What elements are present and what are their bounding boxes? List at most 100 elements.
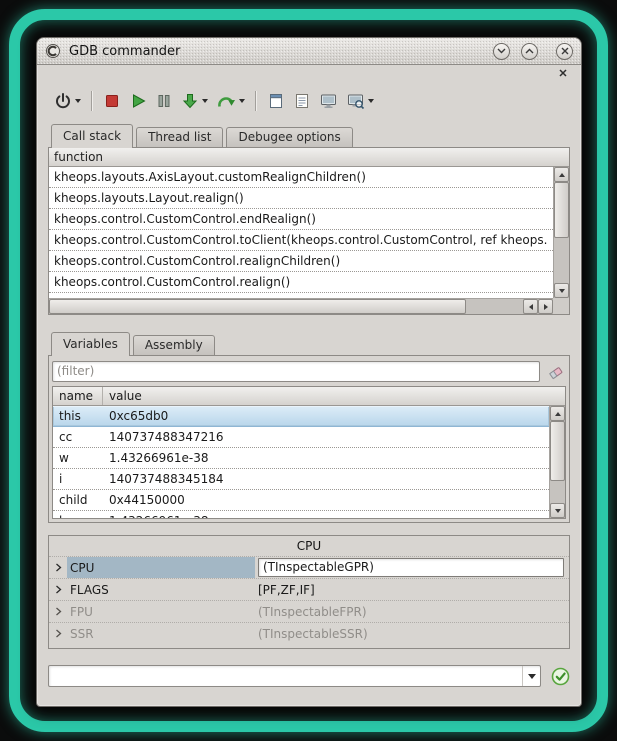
dock-close-button[interactable]: [556, 67, 569, 80]
minimize-button[interactable]: [493, 43, 510, 60]
variable-value: 0xc65db0: [103, 406, 549, 426]
stop-icon: [103, 92, 121, 110]
combobox-dropdown-button[interactable]: [522, 666, 540, 686]
variable-row[interactable]: w 1.43266961e-38: [53, 448, 549, 469]
view-log-button[interactable]: [289, 87, 315, 115]
cpu-register-row[interactable]: CPU (TInspectableGPR): [49, 556, 569, 578]
scrollbar-track[interactable]: [49, 299, 523, 314]
dropdown-arrow-icon: [202, 99, 208, 103]
variable-row[interactable]: this 0xc65db0: [53, 406, 549, 427]
variable-row[interactable]: i 140737488345184: [53, 469, 549, 490]
dropdown-arrow-icon: [368, 99, 374, 103]
expand-chevron-icon[interactable]: [49, 607, 67, 616]
scrollbar-track[interactable]: [550, 421, 565, 503]
scroll-down-button[interactable]: [550, 503, 565, 518]
callstack-row[interactable]: kheops.layouts.AxisLayout.customRealignC…: [49, 167, 553, 188]
dropdown-arrow-icon: [239, 99, 245, 103]
clear-filter-button[interactable]: [546, 361, 566, 381]
tab-thread-list[interactable]: Thread list: [136, 127, 223, 147]
cpu-register-row[interactable]: FPU (TInspectableFPR): [49, 600, 569, 622]
horizontal-scrollbar[interactable]: [49, 298, 553, 314]
gdb-commander-window: GDB commander: [36, 37, 582, 707]
filter-input[interactable]: [52, 361, 540, 382]
variable-name: child: [53, 490, 103, 510]
callstack-row[interactable]: kheops.control.CustomControl.endRealign(…: [49, 209, 553, 230]
vertical-scrollbar[interactable]: [549, 406, 565, 518]
variables-rows: this 0xc65db0 cc 140737488347216 w 1.432…: [53, 406, 549, 518]
view-document-button[interactable]: [263, 87, 289, 115]
variables-table: name value this 0xc65db0 cc 140737488347…: [52, 386, 566, 519]
callstack-rows: kheops.layouts.AxisLayout.customRealignC…: [49, 167, 553, 298]
ok-check-icon: [551, 667, 570, 686]
variable-name: b: [53, 511, 103, 518]
cpu-register-row[interactable]: FLAGS [PF,ZF,IF]: [49, 578, 569, 600]
arrow-up-icon: [555, 412, 561, 416]
scrollbar-corner: [553, 298, 569, 314]
close-icon: [559, 69, 567, 77]
monitor-search-icon: [346, 92, 365, 110]
vertical-scrollbar[interactable]: [553, 167, 569, 298]
scroll-down-button[interactable]: [554, 283, 569, 298]
view-terminal-button[interactable]: [315, 87, 342, 115]
toolbar-separator: [255, 91, 257, 111]
stop-button[interactable]: [99, 87, 125, 115]
tab-debugee-options[interactable]: Debugee options: [226, 127, 352, 147]
variable-name: w: [53, 448, 103, 468]
column-header-name[interactable]: name: [53, 387, 103, 405]
window-title: GDB commander: [69, 44, 180, 59]
variable-row[interactable]: b 1.43266961e-38: [53, 511, 549, 518]
expand-chevron-icon[interactable]: [49, 585, 67, 594]
variable-name: cc: [53, 427, 103, 447]
callstack-row[interactable]: kheops.control.CustomControl.realignChil…: [49, 251, 553, 272]
tab-assembly[interactable]: Assembly: [133, 335, 215, 355]
scrollbar-thumb[interactable]: [49, 299, 466, 314]
register-value-field[interactable]: (TInspectableGPR): [258, 558, 564, 577]
pause-icon: [155, 92, 173, 110]
titlebar[interactable]: GDB commander: [37, 38, 581, 65]
cpu-panel: CPU CPU (TInspectableGPR) FLAGS [PF,ZF,I…: [48, 535, 570, 649]
scroll-up-button[interactable]: [550, 406, 565, 421]
step-into-button[interactable]: [177, 87, 212, 115]
dock-titlebar: [48, 65, 570, 81]
tab-call-stack[interactable]: Call stack: [51, 124, 133, 148]
pause-button[interactable]: [151, 87, 177, 115]
callstack-row[interactable]: kheops.layouts.Layout.realign(): [49, 188, 553, 209]
run-icon: [129, 92, 147, 110]
cpu-register-row[interactable]: SSR (TInspectableSSR): [49, 622, 569, 644]
register-group-name: FPU: [70, 605, 93, 619]
expand-chevron-icon[interactable]: [49, 563, 67, 572]
scroll-left-button[interactable]: [523, 299, 538, 314]
register-group-name: FLAGS: [70, 583, 109, 597]
inspect-window-button[interactable]: [342, 87, 378, 115]
power-icon: [54, 92, 72, 110]
variable-value: 140737488347216: [103, 427, 549, 447]
maximize-button[interactable]: [521, 43, 538, 60]
variable-row[interactable]: child 0x44150000: [53, 490, 549, 511]
debug-toolbar: [48, 81, 570, 121]
expand-chevron-icon[interactable]: [49, 629, 67, 638]
scroll-up-button[interactable]: [554, 167, 569, 182]
power-button[interactable]: [50, 87, 85, 115]
step-over-icon: [216, 92, 236, 110]
callstack-column-header[interactable]: function: [49, 148, 569, 167]
register-group-name: CPU: [70, 561, 94, 575]
tab-variables[interactable]: Variables: [51, 332, 130, 356]
run-button[interactable]: [125, 87, 151, 115]
command-combobox[interactable]: [48, 665, 541, 687]
callstack-row[interactable]: kheops.control.CustomControl.realign(): [49, 272, 553, 293]
scroll-right-button[interactable]: [538, 299, 553, 314]
callstack-row[interactable]: kheops.control.CustomControl.toClient(kh…: [49, 230, 553, 251]
scrollbar-thumb[interactable]: [554, 182, 569, 238]
arrow-left-icon: [529, 304, 533, 310]
scrollbar-track[interactable]: [554, 182, 569, 283]
close-button[interactable]: [556, 43, 573, 60]
column-header-value[interactable]: value: [103, 387, 565, 405]
variable-value: 0x44150000: [103, 490, 549, 510]
variable-row[interactable]: cc 140737488347216: [53, 427, 549, 448]
execute-command-button[interactable]: [550, 666, 570, 686]
arrow-up-icon: [559, 173, 565, 177]
scrollbar-thumb[interactable]: [550, 421, 565, 481]
command-input[interactable]: [49, 666, 522, 686]
document-icon: [267, 92, 285, 110]
step-over-button[interactable]: [212, 87, 249, 115]
